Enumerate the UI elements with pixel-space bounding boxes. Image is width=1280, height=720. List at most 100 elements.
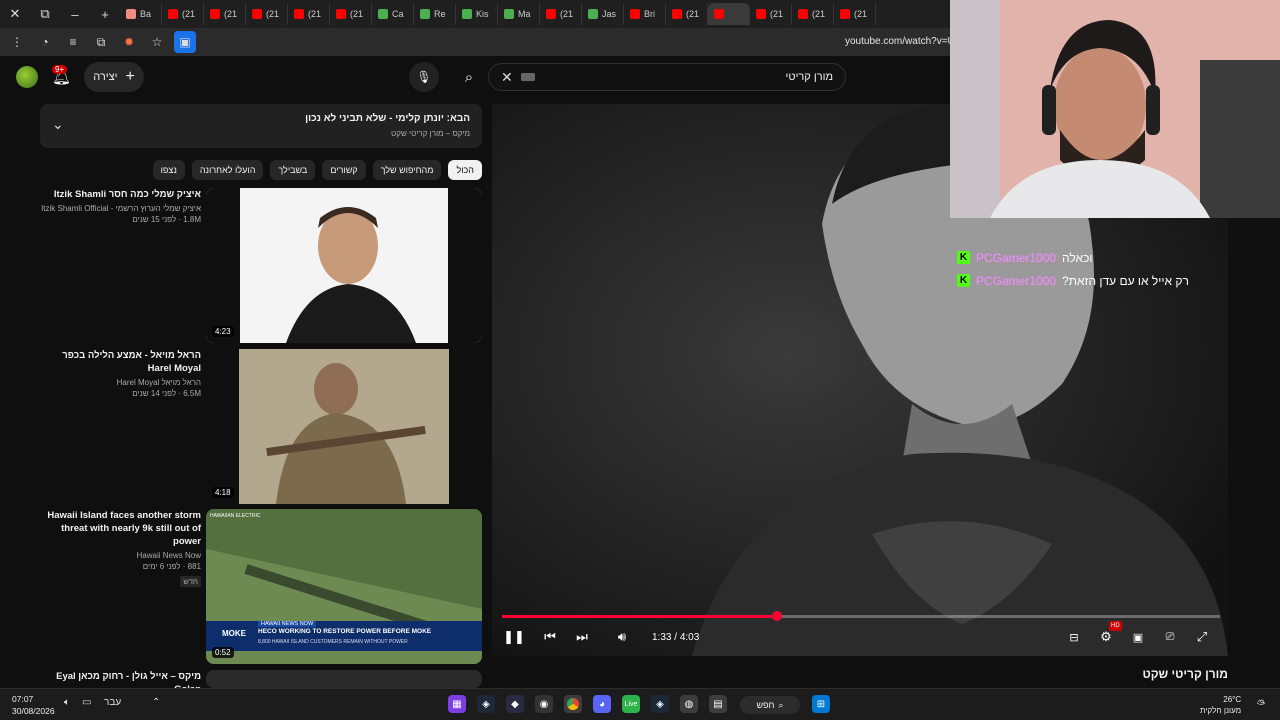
browser-tab[interactable]: (21 xyxy=(792,3,834,25)
tab-favicon-icon xyxy=(336,9,346,19)
cast-icon[interactable]: ⎚ xyxy=(1160,625,1180,649)
steam-alt-icon[interactable]: ◈ xyxy=(651,695,669,713)
search-input[interactable]: ✕ מורן קריטי xyxy=(488,63,846,91)
search-query[interactable]: מורן קריטי xyxy=(786,71,833,83)
tab-favicon-icon xyxy=(168,9,178,19)
app-icon[interactable]: ◆ xyxy=(506,695,524,713)
url-field[interactable]: youtube.com/watch?v=Ul xyxy=(845,36,957,47)
calculator-icon[interactable]: ▤ xyxy=(709,695,727,713)
browser-alt-icon[interactable]: ◍ xyxy=(680,695,698,713)
browser-tab[interactable]: (21 xyxy=(666,3,708,25)
previous-icon[interactable]: ⏮︎ xyxy=(540,625,560,649)
browser-tab[interactable]: (21 xyxy=(750,3,792,25)
tab-favicon-icon xyxy=(630,9,640,19)
new-tab-icon[interactable]: + xyxy=(90,0,120,28)
reading-list-icon[interactable]: ≡ xyxy=(62,31,84,53)
video-thumbnail[interactable]: 4:18 xyxy=(206,349,482,504)
chevron-down-icon[interactable]: ⌄ xyxy=(52,116,64,133)
filter-chip[interactable]: הכול xyxy=(448,160,482,180)
speaker-icon[interactable]: 🔈︎ xyxy=(64,697,70,708)
thumbnail-portrait-2 xyxy=(206,349,482,504)
close-window-icon[interactable]: ✕ xyxy=(0,0,30,28)
avatar[interactable] xyxy=(16,66,38,88)
browser-tab[interactable]: Re xyxy=(414,3,456,25)
browser-tab[interactable]: (21 xyxy=(204,3,246,25)
video-duration: 0:52 xyxy=(212,647,234,658)
chrome-icon[interactable] xyxy=(564,695,582,713)
progress-bar[interactable] xyxy=(502,611,1220,621)
weather-widget[interactable]: 26°C מעונן חלקית xyxy=(1200,694,1241,716)
puzzle-icon[interactable]: ⧉ xyxy=(90,31,112,53)
pause-icon[interactable]: ❚❚ xyxy=(503,625,525,649)
miniplayer-icon[interactable]: ▣ xyxy=(1128,625,1148,649)
bookmark-star-icon[interactable]: ☆ xyxy=(146,31,168,53)
system-clock[interactable]: 07:07 30/08/2026 xyxy=(12,693,55,717)
extension-icon[interactable]: ◔ xyxy=(34,31,56,53)
video-thumbnail[interactable]: 4:23 xyxy=(206,188,482,343)
taskbar-search-label: חפש xyxy=(756,700,775,710)
chat-username: PCGamer1000 xyxy=(976,250,1057,265)
fullscreen-icon[interactable]: ⤢ xyxy=(1192,625,1212,649)
next-icon[interactable]: ⏭︎ xyxy=(572,625,592,649)
search-icon: ⌕ xyxy=(778,699,784,710)
create-button[interactable]: יצירה + xyxy=(84,62,144,92)
channel-name[interactable]: Hawaii News Now xyxy=(41,551,201,560)
stream-chat: וכאלה PCGamer1000 K ?רק אייל או עם עדן הזאת… xyxy=(957,246,1217,292)
browser-tab[interactable]: Kis xyxy=(456,3,498,25)
browser-tab[interactable] xyxy=(708,3,750,25)
browser-tab[interactable]: Ba xyxy=(120,3,162,25)
filter-chip[interactable]: בשבילך xyxy=(270,160,316,180)
minimize-icon[interactable]: – xyxy=(60,0,90,28)
browser-tab[interactable]: Jas xyxy=(582,3,624,25)
browser-tab[interactable]: (21 xyxy=(330,3,372,25)
video-title[interactable]: Hawaii Island faces another storm threat… xyxy=(41,509,201,548)
browser-tab[interactable]: (21 xyxy=(162,3,204,25)
menu-dots-icon[interactable]: ⋮ xyxy=(6,31,28,53)
browser-tab[interactable]: Ca xyxy=(372,3,414,25)
video-title[interactable]: הראל מויאל - אמצע הלילה בכפר Harel Moyal xyxy=(41,349,201,375)
filter-chip[interactable]: קשורים xyxy=(322,160,366,180)
tab-favicon-icon xyxy=(588,9,598,19)
tab-favicon-icon xyxy=(672,9,682,19)
discord-icon[interactable]: ◕ xyxy=(593,695,611,713)
language-indicator[interactable]: עבר xyxy=(104,697,121,708)
filter-chip[interactable]: הועלו לאחרונה xyxy=(191,160,264,180)
steam-icon[interactable]: ◈ xyxy=(477,695,495,713)
recommendation-item[interactable]: 4:18 הראל מויאל - אמצע הלילה בכפר Harel … xyxy=(40,349,482,504)
recommendation-item[interactable]: מיקס – אייל גולן - רחוק מכאן Eyal Golan xyxy=(40,670,482,695)
live-app-icon[interactable]: Live xyxy=(622,695,640,713)
filter-chip[interactable]: נצפו xyxy=(152,160,185,180)
network-icon[interactable]: ▭ xyxy=(82,697,91,708)
volume-icon[interactable]: 🔊︎ xyxy=(612,625,632,649)
app-grid-icon[interactable]: ▦ xyxy=(448,695,466,713)
browser-tab[interactable]: (21 xyxy=(246,3,288,25)
start-icon[interactable]: ⊞ xyxy=(812,695,830,713)
video-thumbnail[interactable] xyxy=(206,670,482,688)
browser-tab[interactable]: (21 xyxy=(540,3,582,25)
video-title[interactable]: איציק שמלי כמה חסר Itzik Shamli xyxy=(41,188,201,201)
filter-chip[interactable]: מהחיפוש שלך xyxy=(372,160,442,180)
taskbar-search[interactable]: ⌕ חפש xyxy=(740,696,800,714)
channel-name[interactable]: איציק שמלי הערוץ הרשמי - Itzik Shamli Of… xyxy=(41,204,201,213)
browser-tab[interactable]: Bri xyxy=(624,3,666,25)
obs-icon[interactable]: ◉ xyxy=(535,695,553,713)
browser-tab[interactable]: (21 xyxy=(288,3,330,25)
up-next-title[interactable]: הבא: יונתן קלימי - שלא תביני לא נכון xyxy=(305,113,470,124)
screenshot-icon[interactable]: ▣ xyxy=(174,31,196,53)
tab-search-icon[interactable]: ⧉ xyxy=(30,0,60,28)
video-thumbnail[interactable]: HAWAIIAN ELECTRIC HAWAII NEWS NOW MOKE H… xyxy=(206,509,482,664)
addon-icon[interactable]: ✹ xyxy=(118,31,140,53)
voice-search-icon[interactable]: 🎙︎ xyxy=(409,62,439,92)
recommendation-item[interactable]: HAWAIIAN ELECTRIC HAWAII NEWS NOW MOKE H… xyxy=(40,509,482,664)
progress-handle[interactable] xyxy=(771,611,782,621)
keyboard-icon[interactable] xyxy=(520,73,535,81)
subtitles-icon[interactable]: ⊟ xyxy=(1064,625,1084,649)
recommendation-item[interactable]: 4:23 איציק שמלי כמה חסר Itzik Shamli איצ… xyxy=(40,188,482,343)
up-next-card[interactable]: הבא: יונתן קלימי - שלא תביני לא נכון מיק… xyxy=(40,104,482,148)
browser-tab[interactable]: (21 xyxy=(834,3,876,25)
search-icon[interactable]: ⌕ xyxy=(454,62,484,92)
clear-search-icon[interactable]: ✕ xyxy=(501,69,513,86)
browser-tab[interactable]: Ma xyxy=(498,3,540,25)
chevron-up-icon[interactable]: ⌃ xyxy=(152,697,160,708)
channel-name[interactable]: הראל מויאל Harel Moyal xyxy=(41,378,201,387)
